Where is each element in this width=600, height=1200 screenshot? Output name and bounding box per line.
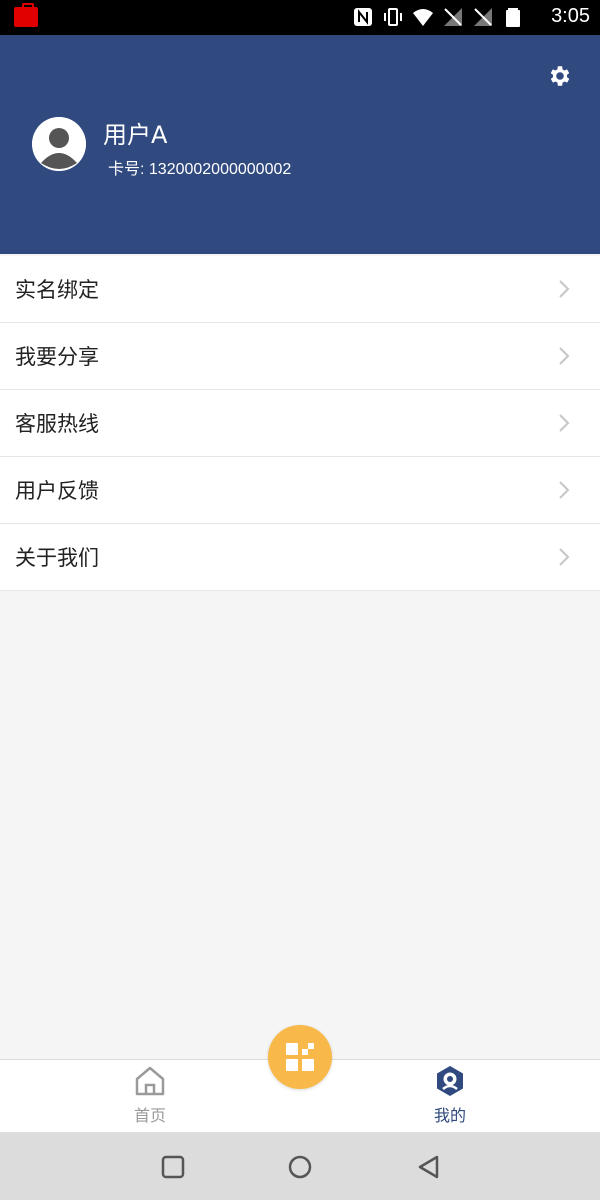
chevron-right-icon [558, 279, 570, 299]
chevron-right-icon [558, 346, 570, 366]
menu-item-label: 我要分享 [15, 345, 99, 369]
nfc-icon [352, 6, 374, 28]
qr-code-icon [286, 1043, 314, 1071]
tab-mine-label: 我的 [433, 1106, 466, 1125]
menu-item-label: 客服热线 [15, 412, 99, 436]
tab-home-label: 首页 [133, 1106, 166, 1125]
chevron-right-icon [558, 480, 570, 500]
back-icon[interactable] [416, 1154, 442, 1180]
wifi-icon [412, 6, 434, 28]
menu-item-about-us[interactable]: 关于我们 [0, 524, 600, 591]
menu-item-label: 用户反馈 [15, 479, 99, 503]
battery-icon [502, 6, 524, 28]
menu-item-label: 关于我们 [15, 546, 99, 570]
system-navigation-bar [0, 1132, 600, 1200]
home-button-icon[interactable] [287, 1154, 313, 1180]
tab-home[interactable]: 首页 [110, 1064, 190, 1126]
chevron-right-icon [558, 413, 570, 433]
signal-off-icon [442, 6, 464, 28]
menu-item-customer-service[interactable]: 客服热线 [0, 390, 600, 457]
profile-hexagon-icon [437, 1066, 463, 1096]
user-avatar-icon[interactable] [32, 117, 86, 171]
tab-mine[interactable]: 我的 [410, 1064, 490, 1126]
status-time: 3:05 [551, 5, 590, 27]
menu-item-feedback[interactable]: 用户反馈 [0, 457, 600, 524]
home-icon [135, 1066, 165, 1096]
profile-header: 用户A 卡号: 1320002000000002 [0, 35, 600, 254]
gear-icon[interactable] [547, 63, 573, 89]
signal-off-icon [472, 6, 494, 28]
card-number: 卡号: 1320002000000002 [108, 161, 292, 178]
menu-item-label: 实名绑定 [15, 278, 99, 302]
scan-button[interactable] [268, 1025, 332, 1089]
user-name: 用户A [103, 121, 168, 149]
chevron-right-icon [558, 547, 570, 567]
status-bar: 3:05 [0, 0, 600, 35]
recent-apps-icon[interactable] [160, 1154, 186, 1180]
vibrate-icon [382, 6, 404, 28]
settings-menu: 实名绑定 我要分享 客服热线 用户反馈 关于我们 [0, 256, 600, 591]
menu-item-share[interactable]: 我要分享 [0, 323, 600, 390]
menu-item-real-name-binding[interactable]: 实名绑定 [0, 256, 600, 323]
notification-app-icon [14, 3, 38, 27]
status-icons [352, 6, 524, 28]
